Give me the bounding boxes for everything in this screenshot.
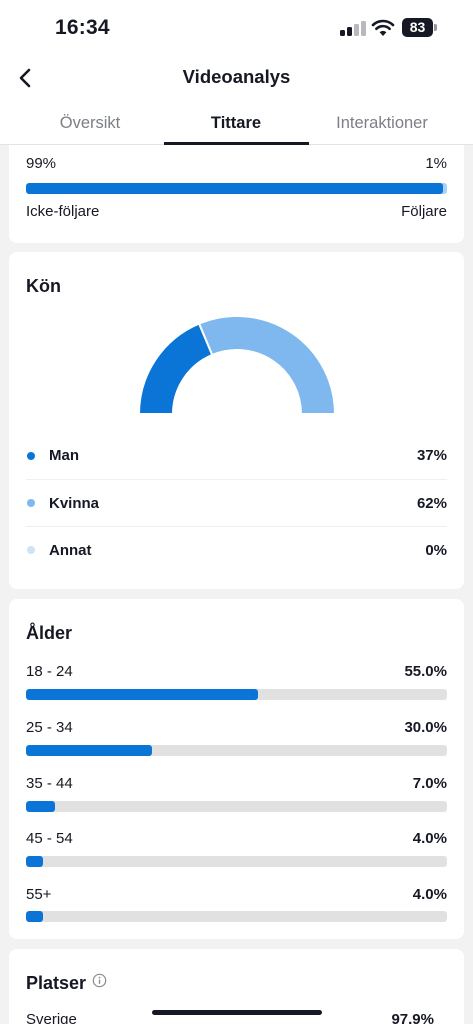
donut-segment-kvinna bbox=[197, 315, 337, 415]
tab-bar: Översikt Tittare Interaktioner bbox=[0, 100, 473, 145]
age-range-label: 45 - 54 bbox=[26, 830, 73, 847]
gender-donut-chart bbox=[137, 315, 337, 415]
age-bar-track bbox=[26, 801, 447, 812]
age-card: Ålder 18 - 24 55.0% 25 - 34 30.0% 35 - 4… bbox=[9, 599, 464, 939]
status-time: 16:34 bbox=[55, 16, 110, 39]
tab-tittare[interactable]: Tittare bbox=[158, 114, 314, 133]
battery-icon: 83 bbox=[402, 18, 437, 37]
legend-item-kvinna: Kvinna 62% bbox=[26, 479, 447, 526]
age-bar-fill bbox=[26, 745, 153, 756]
age-row-45-54: 45 - 54 4.0% bbox=[26, 830, 447, 847]
age-percent: 4.0% bbox=[412, 886, 447, 903]
legend-item-man: Man 37% bbox=[26, 432, 447, 479]
gender-card: Kön Man 37% Kvinna 62% Annat 0% bbox=[9, 252, 464, 589]
age-row-18-24: 18 - 24 55.0% bbox=[26, 663, 447, 680]
follower-card: 99% 1% Icke-följare Följare bbox=[9, 145, 464, 243]
age-bar-fill bbox=[26, 689, 258, 700]
non-follower-fill bbox=[26, 183, 443, 194]
non-follower-label: Icke-följare bbox=[26, 203, 100, 220]
signal-icon bbox=[340, 20, 366, 36]
age-bar-track bbox=[26, 689, 447, 700]
legend-dot-man bbox=[27, 451, 35, 460]
place-percent: 97.9% bbox=[391, 1011, 434, 1024]
legend-percent: 62% bbox=[416, 494, 447, 512]
page-title: Videoanalys bbox=[182, 66, 291, 87]
follower-label: Följare bbox=[401, 203, 447, 220]
battery-level: 83 bbox=[402, 18, 433, 37]
legend-dot-kvinna bbox=[27, 499, 35, 507]
age-range-label: 25 - 34 bbox=[26, 719, 73, 736]
age-percent: 55.0% bbox=[404, 663, 447, 680]
info-icon[interactable] bbox=[92, 973, 107, 988]
donut-segment-man bbox=[137, 322, 214, 415]
legend-percent: 37% bbox=[416, 447, 447, 464]
legend-label: Man bbox=[49, 447, 79, 464]
gender-title: Kön bbox=[26, 276, 61, 296]
age-row-35-44: 35 - 44 7.0% bbox=[26, 775, 447, 792]
place-label: Sverige bbox=[26, 1011, 77, 1024]
wifi-icon bbox=[371, 19, 395, 36]
legend-dot-annat bbox=[27, 546, 35, 554]
legend-label: Kvinna bbox=[49, 494, 100, 512]
places-title: Platser bbox=[26, 973, 87, 993]
age-bar-track bbox=[26, 856, 447, 867]
age-bar-track bbox=[26, 745, 447, 756]
age-range-label: 35 - 44 bbox=[26, 775, 73, 792]
age-bar-track bbox=[26, 911, 447, 922]
follower-label-row: Icke-följare Följare bbox=[26, 203, 447, 220]
age-range-label: 55+ bbox=[26, 886, 52, 903]
age-bar-fill bbox=[26, 801, 56, 812]
places-title-row: Platser bbox=[26, 973, 107, 994]
age-percent: 4.0% bbox=[412, 830, 447, 847]
follower-percent-row: 99% 1% bbox=[26, 155, 447, 172]
tab-oversikt[interactable]: Översikt bbox=[12, 114, 168, 133]
legend-item-annat: Annat 0% bbox=[26, 526, 447, 573]
follower-percent: 1% bbox=[425, 155, 447, 172]
tab-interaktioner[interactable]: Interaktioner bbox=[304, 114, 460, 133]
age-percent: 30.0% bbox=[404, 719, 447, 736]
age-percent: 7.0% bbox=[412, 775, 447, 792]
age-row-25-34: 25 - 34 30.0% bbox=[26, 719, 447, 736]
non-follower-percent: 99% bbox=[26, 155, 57, 172]
legend-label: Annat bbox=[49, 541, 92, 559]
navigation-bar: Videoanalys bbox=[0, 56, 473, 100]
follower-progress-bar bbox=[26, 183, 447, 194]
age-row-55-plus: 55+ 4.0% bbox=[26, 886, 447, 903]
legend-percent: 0% bbox=[425, 541, 447, 559]
age-bar-fill bbox=[26, 856, 43, 867]
age-title: Ålder bbox=[26, 623, 73, 643]
age-range-label: 18 - 24 bbox=[26, 663, 73, 680]
status-bar: 16:34 83 bbox=[0, 0, 473, 56]
age-bar-fill bbox=[26, 911, 43, 922]
home-indicator bbox=[152, 1010, 322, 1015]
